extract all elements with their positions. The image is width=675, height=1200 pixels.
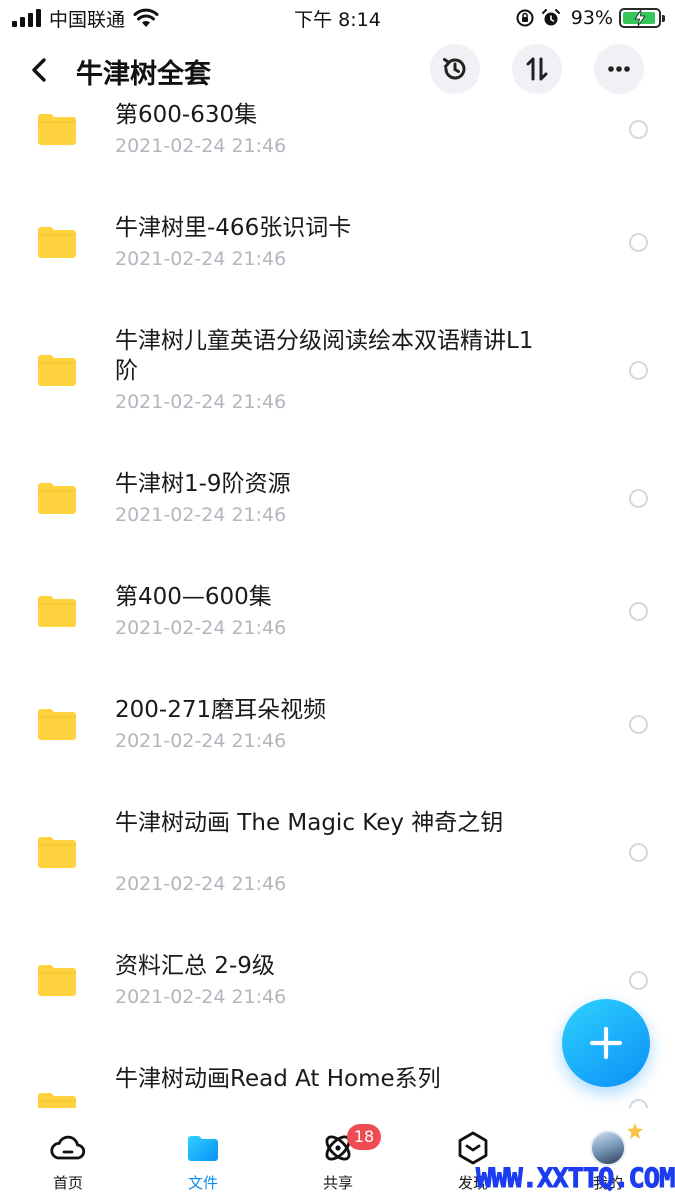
file-name: 牛津树里-466张识词卡 [115, 215, 352, 241]
file-name: 资料汇总 2-9级 [115, 953, 275, 979]
watermark: WWW.XXTTQ.COM [475, 1163, 675, 1195]
nav-bar: 牛津树全套 [0, 40, 675, 100]
sort-icon [526, 57, 548, 81]
file-date: 2021-02-24 21:46 [115, 617, 287, 639]
tab-files[interactable]: 文件 [143, 1130, 263, 1193]
folder-icon [38, 836, 76, 868]
file-name: 牛津树动画 The Magic Key 神奇之钥 [115, 810, 504, 836]
star-icon [627, 1123, 643, 1139]
file-name: 第600-630集 [115, 102, 258, 128]
alarm-icon [541, 9, 560, 26]
folder-icon [38, 1092, 76, 1108]
file-name: 200-271磨耳朵视频 [115, 697, 327, 723]
select-checkbox[interactable] [629, 360, 648, 380]
page-title: 牛津树全套 [76, 59, 211, 90]
folder-icon [38, 226, 76, 258]
select-checkbox[interactable] [629, 970, 648, 990]
battery-charging-icon [619, 8, 665, 28]
plus-icon [589, 1026, 623, 1060]
history-button[interactable] [430, 44, 480, 94]
file-date: 2021-02-24 21:46 [115, 730, 287, 752]
file-date: 2021-02-24 21:46 [115, 504, 287, 526]
folder-icon [38, 964, 76, 996]
share-badge: 18 [347, 1124, 381, 1150]
folder-icon [38, 708, 76, 740]
file-date: 2021-02-24 21:46 [115, 873, 287, 895]
tab-label-share: 共享 [322, 1174, 353, 1192]
folder-icon [38, 595, 76, 627]
battery-cap [662, 15, 665, 22]
select-checkbox[interactable] [629, 232, 648, 252]
select-checkbox[interactable] [629, 119, 648, 139]
file-list[interactable]: 第600-630集 2021-02-24 21:46 牛津树里-466张识词卡 202… [0, 96, 675, 1108]
folder-icon [188, 1136, 218, 1161]
tab-share[interactable]: 18 共享 [278, 1124, 398, 1193]
more-icon [608, 66, 630, 72]
back-icon[interactable] [24, 54, 56, 86]
bolt-icon [634, 10, 646, 26]
file-date: 2021-02-24 21:46 [115, 391, 287, 413]
tab-label-home: 首页 [52, 1174, 83, 1192]
more-button[interactable] [594, 44, 644, 94]
status-bar: 中国联通 下午 8:14 93% [0, 0, 675, 36]
file-date: 2021-02-24 21:46 [115, 986, 287, 1008]
select-checkbox[interactable] [629, 488, 648, 508]
cloud-icon [50, 1135, 86, 1160]
avatar [590, 1130, 626, 1166]
add-button[interactable] [562, 999, 650, 1087]
orientation-lock-icon [516, 9, 534, 27]
file-name: 牛津树1-9阶资源 [115, 471, 291, 497]
file-name: 第400—600集 [115, 584, 272, 610]
file-name: 牛津树动画Read At Home系列 [115, 1066, 441, 1092]
tab-label-files: 文件 [187, 1174, 218, 1192]
folder-icon [38, 482, 76, 514]
file-date: 2021-02-24 21:46 [115, 135, 287, 157]
history-icon [443, 58, 466, 80]
select-checkbox[interactable] [629, 1098, 648, 1108]
folder-icon [38, 113, 76, 145]
discover-box-icon [458, 1131, 488, 1165]
status-right: 93% [515, 6, 665, 30]
select-checkbox[interactable] [629, 842, 648, 862]
folder-icon [38, 354, 76, 386]
tab-home[interactable]: 首页 [8, 1130, 128, 1193]
sort-button[interactable] [512, 44, 562, 94]
select-checkbox[interactable] [629, 601, 648, 621]
file-date: 2021-02-24 21:46 [115, 248, 287, 270]
file-name: 牛津树儿童英语分级阅读绘本双语精讲L1阶 [115, 328, 534, 384]
battery-percent: 93% [570, 7, 613, 29]
select-checkbox[interactable] [629, 714, 648, 734]
